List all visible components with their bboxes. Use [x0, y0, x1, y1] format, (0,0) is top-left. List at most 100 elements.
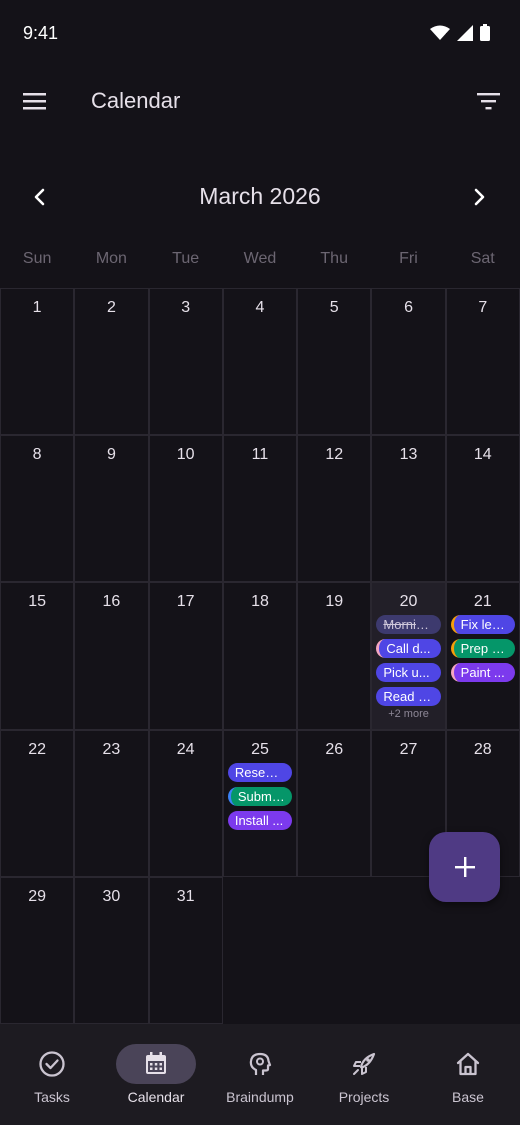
- day-number: 19: [325, 593, 344, 611]
- day-cell-20[interactable]: 20 Mornin... Call d... Pick u... Read 3... +2…: [371, 582, 446, 730]
- day-cell-21[interactable]: 21 Fix lea... Prep s... Paint ...: [445, 582, 520, 730]
- nav-item-base[interactable]: Base: [416, 1024, 520, 1125]
- day-cell-25[interactable]: 25 Resear... Submi... Install ...: [222, 729, 298, 877]
- day-number: 22: [28, 740, 47, 758]
- nav-item-projects[interactable]: Projects: [312, 1024, 416, 1125]
- day-cell-17[interactable]: 17: [148, 582, 223, 730]
- day-number: 15: [28, 593, 47, 611]
- day-cell-19[interactable]: 19: [297, 582, 372, 730]
- day-number: 4: [255, 299, 265, 316]
- day-number: 3: [181, 299, 191, 316]
- nav-item-tasks[interactable]: Tasks: [0, 1024, 104, 1125]
- nav-item-braindump[interactable]: Braindump: [208, 1024, 312, 1125]
- event-chip[interactable]: Paint ...: [450, 663, 515, 683]
- day-number: 12: [325, 446, 344, 464]
- brain-icon: [249, 1052, 272, 1075]
- filter-button[interactable]: [476, 88, 502, 114]
- day-number: 25: [251, 740, 269, 758]
- wifi-icon: [430, 25, 450, 40]
- day-number: 27: [399, 740, 418, 758]
- chevron-right-icon: [474, 188, 485, 206]
- day-cell-24[interactable]: 24: [148, 729, 223, 877]
- day-cell-10[interactable]: 10: [148, 435, 223, 583]
- day-number: 30: [102, 887, 121, 905]
- weekday-label: Tue: [172, 250, 200, 267]
- nav-label: Calendar: [127, 1089, 185, 1105]
- page-title: Calendar: [91, 88, 181, 113]
- status-time: 9:41: [23, 23, 59, 43]
- menu-button[interactable]: [22, 90, 48, 112]
- home-icon: [456, 1052, 480, 1076]
- day-cell-30[interactable]: 30: [74, 876, 149, 1024]
- next-month-button[interactable]: [465, 183, 493, 211]
- day-number: 10: [176, 446, 195, 464]
- day-cell-26[interactable]: 26: [297, 729, 372, 877]
- nav-label: Projects: [338, 1089, 390, 1105]
- app-bar: Calendar: [0, 66, 520, 136]
- plus-icon: [454, 857, 475, 877]
- nav-label: Base: [452, 1089, 484, 1105]
- event-list: Mornin... Call d... Pick u... Read 3... +2 m…: [376, 615, 441, 720]
- signal-icon: [457, 24, 473, 41]
- month-title: March 2026: [199, 183, 321, 209]
- battery-icon: [480, 24, 490, 41]
- day-cell-12[interactable]: 12: [297, 435, 372, 583]
- day-cell-5[interactable]: 5: [297, 288, 372, 436]
- event-list: Resear... Submi... Install ...: [227, 762, 293, 830]
- rocket-icon: [353, 1052, 376, 1075]
- day-cell-16[interactable]: 16: [74, 582, 149, 730]
- day-number: 24: [176, 740, 195, 758]
- day-cell-7[interactable]: 7: [445, 288, 520, 436]
- day-number: 23: [102, 740, 121, 758]
- filter-icon: [477, 93, 500, 110]
- weekday-label: Sat: [470, 250, 495, 267]
- weekday-label: Fri: [399, 250, 418, 267]
- weekday-label: Wed: [243, 250, 277, 267]
- day-cell-6[interactable]: 6: [371, 288, 446, 436]
- day-number: 16: [102, 593, 121, 611]
- add-task-button[interactable]: [429, 832, 500, 902]
- day-cell-11[interactable]: 11: [222, 435, 298, 583]
- day-cell-2[interactable]: 2: [74, 288, 149, 436]
- day-number: 28: [473, 740, 492, 758]
- day-cell-1[interactable]: 1: [0, 288, 75, 436]
- event-chip[interactable]: Submi...: [227, 786, 293, 806]
- day-cell-9[interactable]: 9: [74, 435, 149, 583]
- day-number: 2: [106, 299, 116, 316]
- event-chip[interactable]: Install ...: [227, 810, 293, 830]
- event-chip[interactable]: Pick u...: [376, 663, 441, 683]
- day-number: 29: [28, 887, 47, 905]
- status-icons: [430, 24, 490, 41]
- day-cell-23[interactable]: 23: [74, 729, 149, 877]
- day-cell-15[interactable]: 15: [0, 582, 75, 730]
- event-chip[interactable]: Fix lea...: [450, 615, 515, 635]
- event-chip[interactable]: Resear...: [227, 762, 293, 782]
- weekday-label: Mon: [95, 250, 127, 267]
- day-number: 1: [32, 299, 42, 316]
- day-cell-18[interactable]: 18: [222, 582, 298, 730]
- bottom-navigation: Tasks Calendar Braindump Projects Base: [0, 1024, 520, 1125]
- day-cell-31[interactable]: 31: [148, 876, 223, 1024]
- nav-item-calendar[interactable]: Calendar: [104, 1024, 208, 1125]
- event-chip[interactable]: Mornin...: [376, 615, 441, 635]
- day-cell-13[interactable]: 13: [371, 435, 446, 583]
- day-number: 21: [473, 593, 492, 611]
- day-number: 8: [32, 446, 42, 464]
- day-cell-29[interactable]: 29: [0, 876, 75, 1024]
- weekday-label: Sun: [22, 250, 52, 267]
- more-events-link[interactable]: +2 more: [376, 708, 440, 720]
- day-cell-14[interactable]: 14: [445, 435, 520, 583]
- day-cell-22[interactable]: 22: [0, 729, 75, 877]
- day-number: 18: [251, 593, 269, 611]
- event-chip[interactable]: Prep s...: [450, 639, 515, 659]
- day-cell-3[interactable]: 3: [148, 288, 223, 436]
- day-number: 11: [251, 446, 269, 464]
- event-chip[interactable]: Call d...: [376, 639, 441, 659]
- day-cell-8[interactable]: 8: [0, 435, 75, 583]
- day-cell-4[interactable]: 4: [222, 288, 298, 436]
- day-number: 9: [106, 446, 116, 464]
- weekday-header: Sun Mon Tue Wed Thu Fri Sat: [0, 250, 520, 276]
- event-chip[interactable]: Read 3...: [376, 687, 441, 707]
- event-list: Fix lea... Prep s... Paint ...: [450, 615, 515, 683]
- calendar-grid: 1 2 3 4 5 6 7 8 9 10 11 12 13 14 15 16 17 18 19 20 Mornin...…: [0, 288, 520, 1024]
